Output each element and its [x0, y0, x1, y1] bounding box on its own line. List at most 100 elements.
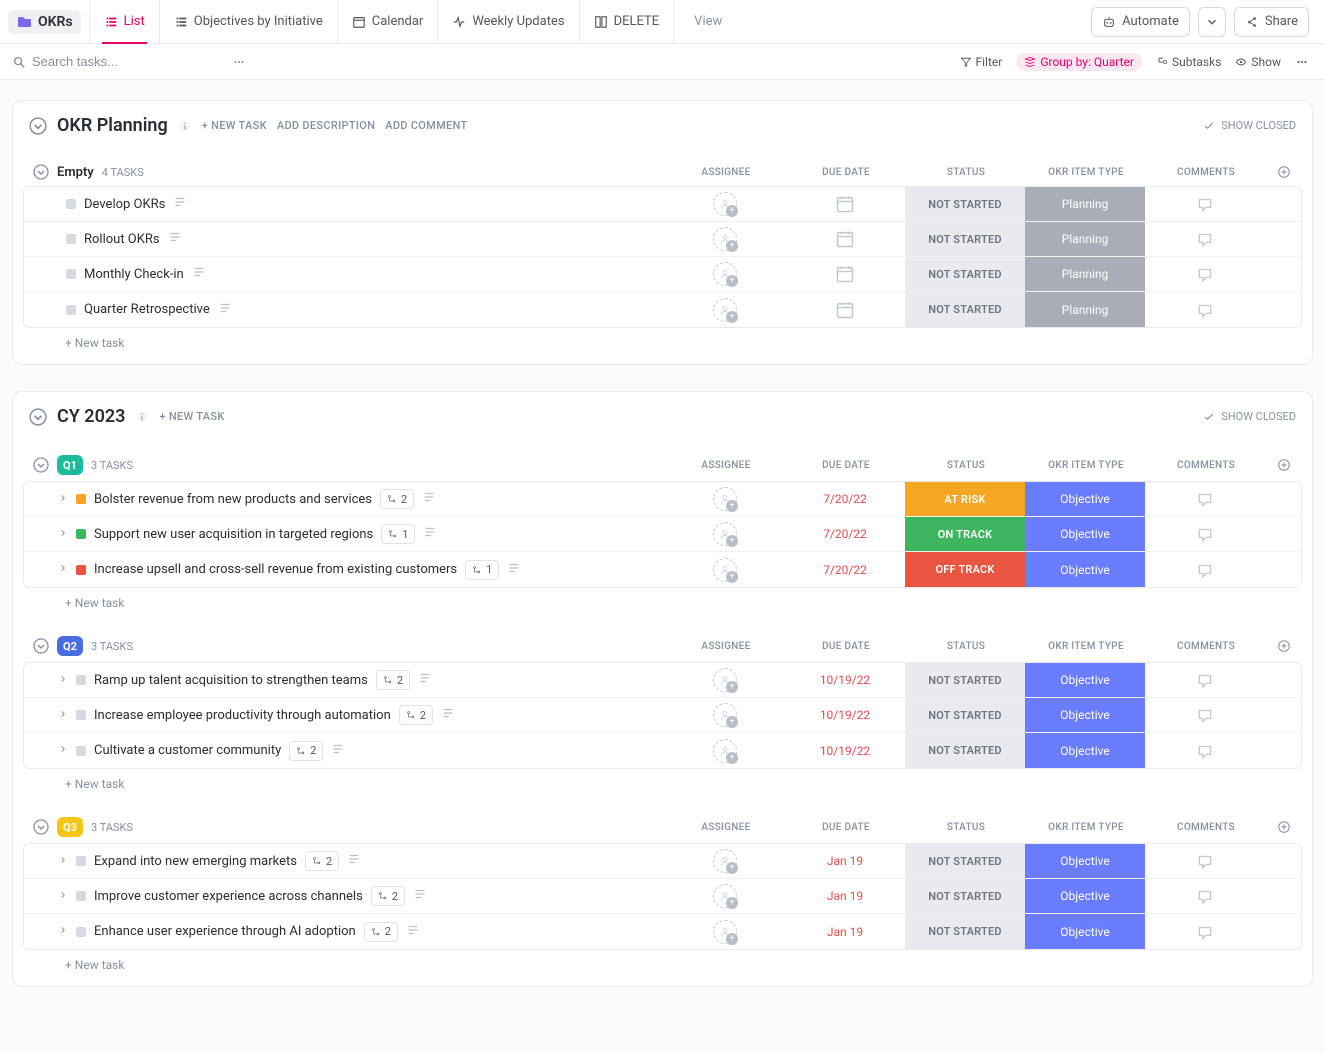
comments-cell[interactable] — [1145, 844, 1265, 878]
assignee-placeholder[interactable] — [713, 487, 737, 511]
col-assignee[interactable]: ASSIGNEE — [666, 822, 786, 833]
col-duedate[interactable]: DUE DATE — [786, 641, 906, 652]
automate-button[interactable]: Automate — [1091, 7, 1190, 37]
assignee-cell[interactable] — [665, 292, 785, 327]
type-cell[interactable]: Objective — [1025, 698, 1145, 732]
col-assignee[interactable]: ASSIGNEE — [666, 641, 786, 652]
comments-cell[interactable] — [1145, 257, 1265, 291]
duedate-cell[interactable]: 10/19/22 — [785, 698, 905, 732]
assignee-cell[interactable] — [665, 257, 785, 291]
task-row[interactable]: Increase employee productivity through a… — [24, 698, 1301, 733]
duedate-cell[interactable]: 7/20/22 — [785, 552, 905, 587]
due-date[interactable]: 7/20/22 — [823, 527, 867, 541]
subtask-count[interactable]: 2 — [305, 851, 339, 871]
task-row[interactable]: Ramp up talent acquisition to strengthen… — [24, 663, 1301, 698]
col-duedate[interactable]: DUE DATE — [786, 460, 906, 471]
add-column-button[interactable] — [1266, 165, 1302, 179]
new-task-row[interactable]: + New task — [23, 950, 1302, 980]
col-assignee[interactable]: ASSIGNEE — [666, 167, 786, 178]
type-cell[interactable]: Objective — [1025, 552, 1145, 587]
duedate-cell[interactable] — [785, 292, 905, 327]
col-type[interactable]: OKR ITEM TYPE — [1026, 641, 1146, 652]
col-assignee[interactable]: ASSIGNEE — [666, 460, 786, 471]
automate-caret[interactable] — [1198, 7, 1226, 37]
tab-weekly-updates[interactable]: Weekly Updates — [438, 0, 579, 44]
show-closed-button[interactable]: SHOW CLOSED — [1203, 410, 1296, 423]
comments-cell[interactable] — [1145, 292, 1265, 327]
collapse-icon[interactable] — [33, 638, 49, 654]
add-view-button[interactable]: View — [674, 0, 736, 44]
task-row[interactable]: Quarter Retrospective NOT STARTED Planni… — [24, 292, 1301, 327]
assignee-placeholder[interactable] — [713, 262, 737, 286]
due-date[interactable]: 10/19/22 — [820, 673, 870, 687]
assignee-cell[interactable] — [665, 733, 785, 768]
new-task-button[interactable]: + NEW TASK — [159, 410, 224, 423]
status-cell[interactable]: AT RISK — [905, 482, 1025, 516]
assignee-placeholder[interactable] — [713, 920, 737, 944]
show-button[interactable]: Show — [1235, 55, 1281, 69]
assignee-cell[interactable] — [665, 844, 785, 878]
tab-objectives[interactable]: Objectives by Initiative — [160, 0, 338, 44]
type-cell[interactable]: Planning — [1025, 257, 1145, 291]
status-cell[interactable]: NOT STARTED — [905, 187, 1025, 221]
due-date[interactable]: 10/19/22 — [820, 708, 870, 722]
type-cell[interactable]: Objective — [1025, 914, 1145, 949]
comments-cell[interactable] — [1145, 187, 1265, 221]
status-cell[interactable]: NOT STARTED — [905, 222, 1025, 256]
status-cell[interactable]: NOT STARTED — [905, 663, 1025, 697]
col-type[interactable]: OKR ITEM TYPE — [1026, 822, 1146, 833]
status-cell[interactable]: ON TRACK — [905, 517, 1025, 551]
groupby-button[interactable]: Group by: Quarter — [1016, 53, 1142, 71]
task-row[interactable]: Support new user acquisition in targeted… — [24, 517, 1301, 552]
comments-cell[interactable] — [1145, 663, 1265, 697]
type-cell[interactable]: Objective — [1025, 733, 1145, 768]
expand-caret[interactable] — [58, 854, 68, 869]
task-row[interactable]: Develop OKRs NOT STARTED Planning — [24, 187, 1301, 222]
due-date[interactable]: 10/19/22 — [820, 744, 870, 758]
type-cell[interactable]: Objective — [1025, 517, 1145, 551]
duedate-cell[interactable]: 10/19/22 — [785, 733, 905, 768]
status-cell[interactable]: NOT STARTED — [905, 914, 1025, 949]
expand-caret[interactable] — [58, 889, 68, 904]
assignee-cell[interactable] — [665, 482, 785, 516]
collapse-icon[interactable] — [29, 408, 47, 426]
expand-caret[interactable] — [58, 527, 68, 542]
add-description-button[interactable]: ADD DESCRIPTION — [277, 119, 375, 132]
expand-caret[interactable] — [58, 743, 68, 758]
expand-caret[interactable] — [58, 673, 68, 688]
comments-cell[interactable] — [1145, 914, 1265, 949]
assignee-placeholder[interactable] — [713, 668, 737, 692]
due-date[interactable]: Jan 19 — [827, 889, 863, 903]
info-icon[interactable] — [135, 410, 149, 424]
assignee-cell[interactable] — [665, 698, 785, 732]
subtask-count[interactable]: 1 — [465, 560, 499, 580]
comments-cell[interactable] — [1145, 482, 1265, 516]
due-date[interactable]: 7/20/22 — [823, 563, 867, 577]
new-task-button[interactable]: + NEW TASK — [202, 119, 267, 132]
expand-caret[interactable] — [58, 562, 68, 577]
assignee-placeholder[interactable] — [713, 884, 737, 908]
col-type[interactable]: OKR ITEM TYPE — [1026, 460, 1146, 471]
due-date-placeholder[interactable] — [835, 300, 855, 320]
assignee-placeholder[interactable] — [713, 227, 737, 251]
col-comments[interactable]: COMMENTS — [1146, 822, 1266, 833]
section-title[interactable]: OKR Planning — [57, 115, 168, 136]
col-type[interactable]: OKR ITEM TYPE — [1026, 167, 1146, 178]
duedate-cell[interactable]: Jan 19 — [785, 914, 905, 949]
tab-list[interactable]: List — [89, 0, 160, 44]
assignee-cell[interactable] — [665, 222, 785, 256]
assignee-placeholder[interactable] — [713, 739, 737, 763]
expand-caret[interactable] — [58, 924, 68, 939]
assignee-placeholder[interactable] — [713, 298, 737, 322]
due-date-placeholder[interactable] — [835, 264, 855, 284]
type-cell[interactable]: Planning — [1025, 292, 1145, 327]
col-comments[interactable]: COMMENTS — [1146, 641, 1266, 652]
status-cell[interactable]: NOT STARTED — [905, 292, 1025, 327]
col-duedate[interactable]: DUE DATE — [786, 822, 906, 833]
assignee-cell[interactable] — [665, 914, 785, 949]
new-task-row[interactable]: + New task — [23, 588, 1302, 618]
comments-cell[interactable] — [1145, 517, 1265, 551]
assignee-placeholder[interactable] — [713, 558, 737, 582]
status-cell[interactable]: NOT STARTED — [905, 879, 1025, 913]
info-icon[interactable] — [178, 119, 192, 133]
